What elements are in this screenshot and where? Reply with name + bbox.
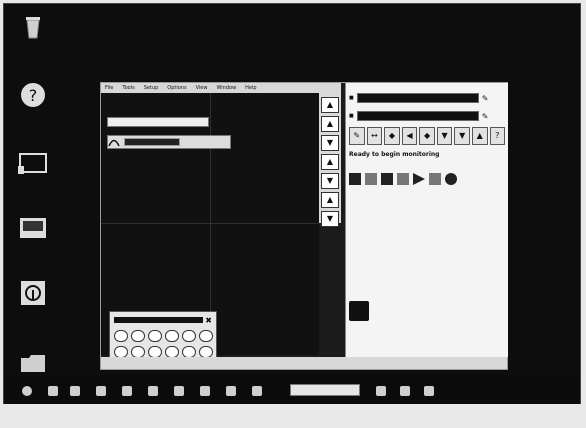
taskbar-icon[interactable] <box>48 386 58 396</box>
arrow-up-icon[interactable]: ▲ <box>321 154 339 170</box>
screen-icon[interactable] <box>12 216 54 242</box>
menu-setup[interactable]: Setup <box>144 85 159 91</box>
play-icon[interactable] <box>413 173 425 185</box>
taskbar-icon[interactable] <box>174 386 184 396</box>
keypad-close-icon[interactable]: ✖ <box>205 316 212 325</box>
edit-icon[interactable]: ✎ <box>482 112 489 121</box>
taskbar-icon[interactable] <box>70 386 80 396</box>
taskbar-icon[interactable] <box>96 386 106 396</box>
keypad-button[interactable] <box>114 330 128 342</box>
action-row <box>349 171 505 187</box>
taskbar-icon[interactable] <box>424 386 434 396</box>
help-icon[interactable]: ? <box>489 127 506 145</box>
menu-window[interactable]: Window <box>216 85 236 91</box>
info-panel: ■ ✎ ■ ✎ ✎ ↔ ◆ ◀ ◆ ▼ ▼ ▲ ? Ready to begin… <box>345 83 508 357</box>
library-bar[interactable] <box>107 117 209 127</box>
edit-icon[interactable]: ✎ <box>482 94 489 103</box>
tool-icon[interactable]: ◆ <box>419 127 435 145</box>
status-bar <box>101 357 507 369</box>
ready-status: Ready to begin monitoring <box>349 151 505 158</box>
down-arrow-icon[interactable]: ▼ <box>436 127 453 145</box>
taskbar-icon[interactable] <box>400 386 410 396</box>
scan-border <box>0 404 586 428</box>
taskbar-icon[interactable] <box>376 386 386 396</box>
left-arrow-icon[interactable]: ◀ <box>401 127 418 145</box>
taskbar-icon[interactable] <box>226 386 236 396</box>
keypad-display: ✖ <box>114 316 212 325</box>
action-icon[interactable] <box>365 173 377 185</box>
keypad-button[interactable] <box>148 330 162 342</box>
app-logo-icon <box>349 301 369 321</box>
taskbar-active-window[interactable] <box>290 384 360 396</box>
component-field[interactable] <box>124 138 180 146</box>
start-icon[interactable] <box>22 386 32 396</box>
application-window: File Tools Setup Options View Window Hel… <box>100 82 508 370</box>
taskbar-icon[interactable] <box>252 386 262 396</box>
arrow-up-icon[interactable]: ▲ <box>321 192 339 208</box>
taskbar-icon[interactable] <box>148 386 158 396</box>
arrow-toolbar: ▲ ▲ ▼ ▲ ▼ ▲ ▼ <box>319 93 341 227</box>
panel-row-1: ■ ✎ <box>349 93 488 103</box>
panel-row-label: ■ <box>349 113 354 119</box>
record-icon[interactable] <box>445 173 457 185</box>
truck-icon[interactable] <box>349 173 361 185</box>
panel-field-1[interactable] <box>356 93 479 103</box>
arrow-down-icon[interactable]: ▼ <box>321 211 339 227</box>
menu-bar: File Tools Setup Options View Window Hel… <box>101 83 341 93</box>
component-row[interactable] <box>107 135 231 149</box>
menu-help[interactable]: Help <box>245 85 256 91</box>
help-icon[interactable]: ? <box>12 82 54 108</box>
arrow-down-icon[interactable]: ▼ <box>321 135 339 151</box>
panel-row-label: ■ <box>349 95 354 101</box>
action-icon[interactable] <box>429 173 441 185</box>
keypad-row-1 <box>114 330 213 342</box>
action-icon[interactable] <box>397 173 409 185</box>
keypad-button[interactable] <box>165 330 179 342</box>
menu-view[interactable]: View <box>196 85 208 91</box>
up-arrow-icon[interactable]: ▲ <box>471 127 488 145</box>
map-canvas[interactable]: ✖ <box>101 93 319 365</box>
tool-icon[interactable]: ◆ <box>384 127 400 145</box>
arrow-down-icon[interactable]: ▼ <box>321 173 339 189</box>
panel-row-2: ■ ✎ <box>349 111 488 121</box>
arrow-up-icon[interactable]: ▲ <box>321 116 339 132</box>
ready-text: Ready to begin monitoring <box>349 151 440 158</box>
taskbar <box>4 376 580 404</box>
keypad-button[interactable] <box>199 330 213 342</box>
menu-options[interactable]: Options <box>167 85 186 91</box>
taskbar-icon[interactable] <box>122 386 132 396</box>
panel-toolbar: ✎ ↔ ◆ ◀ ◆ ▼ ▼ ▲ ? <box>349 127 506 145</box>
monitor-icon[interactable] <box>12 152 54 176</box>
tool-icon[interactable]: ✎ <box>349 127 365 145</box>
svg-text:?: ? <box>29 86 38 105</box>
arrow-up-icon[interactable]: ▲ <box>321 97 339 113</box>
taskbar-icon[interactable] <box>200 386 210 396</box>
menu-tools[interactable]: Tools <box>122 85 134 91</box>
menu-file[interactable]: File <box>105 85 113 91</box>
keypad-button[interactable] <box>131 330 145 342</box>
about-block <box>349 297 505 341</box>
panel-field-2[interactable] <box>356 111 479 121</box>
action-icon[interactable] <box>381 173 393 185</box>
antenna-icon <box>108 139 120 147</box>
folder-icon[interactable] <box>12 350 54 374</box>
left-right-icon[interactable]: ↔ <box>366 127 383 145</box>
app-logo-icon[interactable] <box>12 280 54 306</box>
down-arrow-icon[interactable]: ▼ <box>454 127 470 145</box>
keypad-button[interactable] <box>182 330 196 342</box>
recycle-bin-icon[interactable] <box>12 14 54 40</box>
desktop: ? File Tools Setup Options View Window H… <box>3 3 581 405</box>
